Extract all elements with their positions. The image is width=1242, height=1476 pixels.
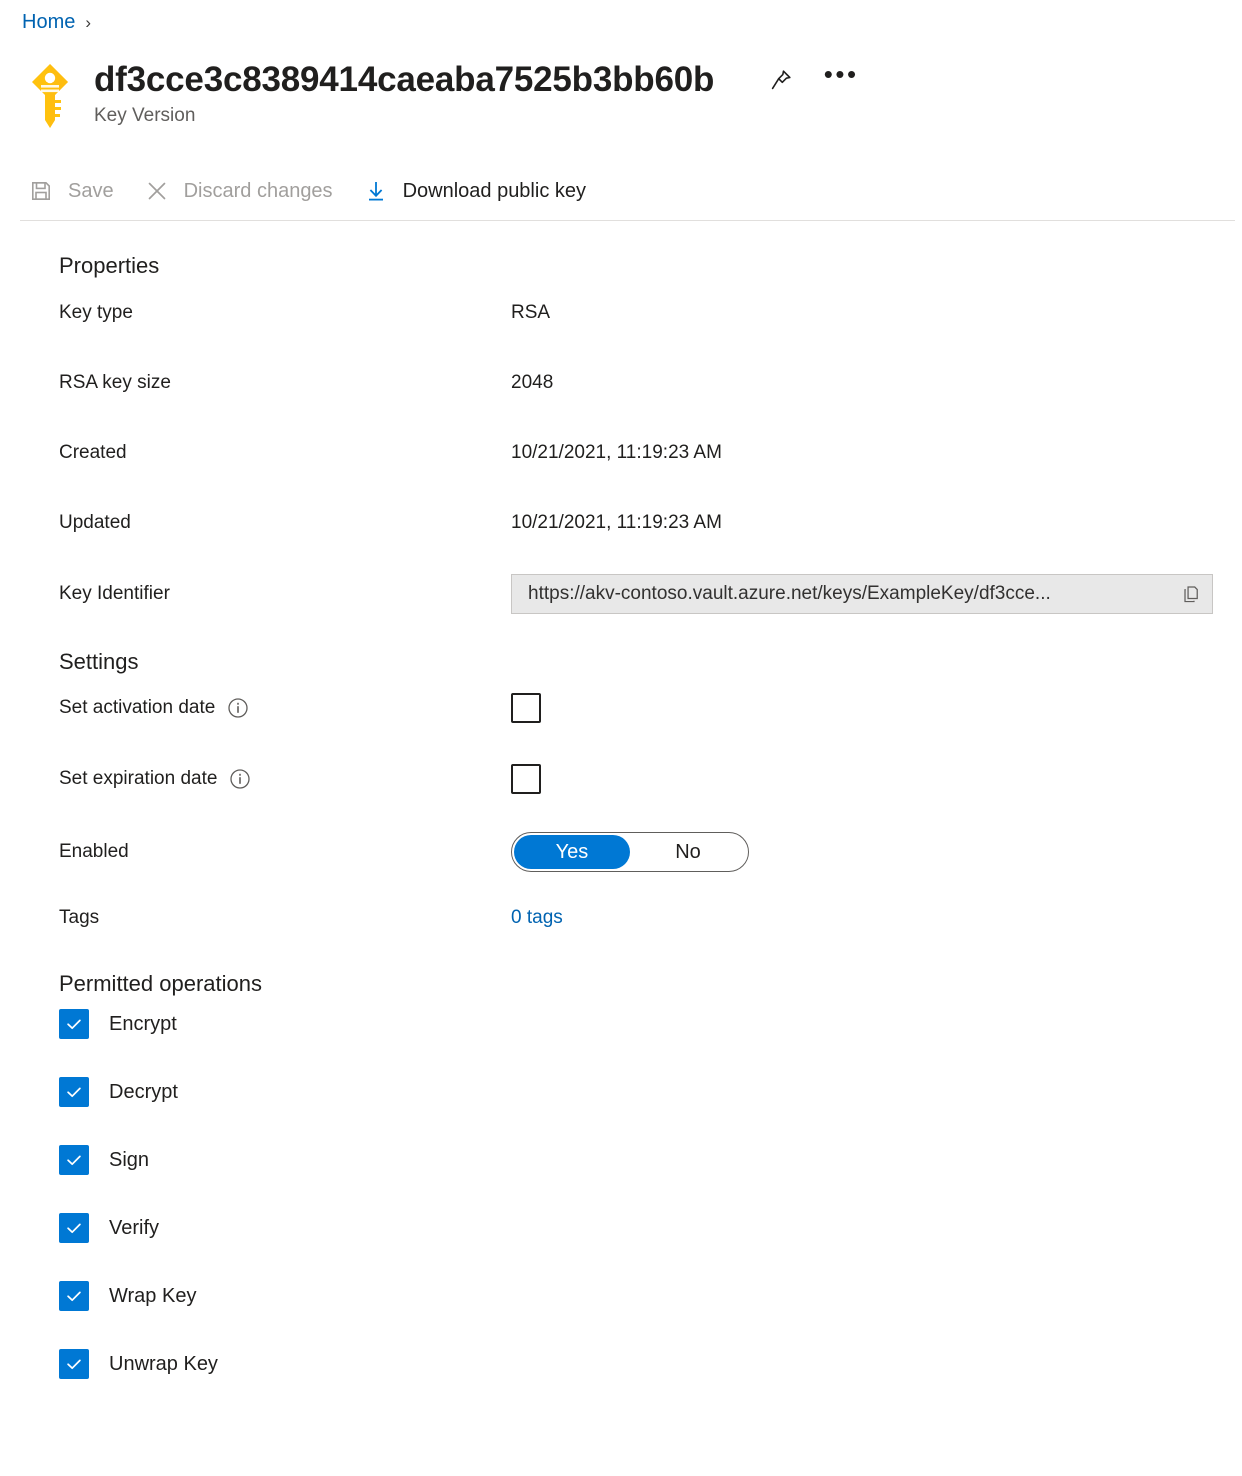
- row-set-activation-date: Set activation date: [0, 693, 1242, 723]
- download-public-key-button[interactable]: Download public key: [357, 168, 596, 214]
- key-type-label: Key type: [59, 302, 511, 324]
- discard-changes-button[interactable]: Discard changes: [138, 168, 343, 214]
- updated-label: Updated: [59, 512, 511, 534]
- encrypt-label: Encrypt: [109, 1013, 177, 1036]
- row-tags: Tags 0 tags: [0, 904, 1242, 932]
- set-expiration-date-label: Set expiration date: [59, 768, 217, 790]
- page-subtitle: Key Version: [94, 104, 858, 128]
- operation-decrypt[interactable]: Decrypt: [0, 1077, 1242, 1107]
- sign-checkbox[interactable]: [59, 1145, 89, 1175]
- enabled-toggle[interactable]: Yes No: [511, 832, 749, 872]
- wrap-key-label: Wrap Key: [109, 1285, 196, 1308]
- info-icon[interactable]: [229, 768, 251, 790]
- download-public-key-label: Download public key: [403, 180, 586, 203]
- copy-icon[interactable]: [1170, 575, 1212, 613]
- operation-encrypt[interactable]: Encrypt: [0, 1009, 1242, 1039]
- discard-changes-label: Discard changes: [184, 180, 333, 203]
- set-activation-date-checkbox[interactable]: [511, 693, 541, 723]
- tags-link[interactable]: 0 tags: [511, 907, 563, 929]
- row-key-identifier: Key Identifier https://akv-contoso.vault…: [0, 574, 1242, 614]
- discard-icon: [144, 178, 170, 204]
- decrypt-checkbox[interactable]: [59, 1077, 89, 1107]
- encrypt-checkbox[interactable]: [59, 1009, 89, 1039]
- save-button[interactable]: Save: [22, 168, 124, 214]
- key-identifier-label: Key Identifier: [59, 583, 511, 605]
- row-created: Created 10/21/2021, 11:19:23 AM: [0, 439, 1242, 467]
- toolbar-divider: [20, 220, 1235, 221]
- breadcrumb-chevron-icon: ›: [85, 14, 91, 31]
- set-expiration-date-checkbox[interactable]: [511, 764, 541, 794]
- pin-icon[interactable]: [766, 65, 796, 95]
- verify-checkbox[interactable]: [59, 1213, 89, 1243]
- rsa-key-size-value: 2048: [511, 372, 553, 394]
- breadcrumb-home-link[interactable]: Home: [22, 12, 75, 32]
- unwrap-key-label: Unwrap Key: [109, 1353, 218, 1376]
- created-label: Created: [59, 442, 511, 464]
- rsa-key-size-label: RSA key size: [59, 372, 511, 394]
- save-label: Save: [68, 180, 114, 203]
- operation-verify[interactable]: Verify: [0, 1213, 1242, 1243]
- save-icon: [28, 178, 54, 204]
- row-set-expiration-date: Set expiration date: [0, 764, 1242, 794]
- operation-wrap-key[interactable]: Wrap Key: [0, 1281, 1242, 1311]
- details-form: Properties Key type RSA RSA key size 204…: [0, 252, 1242, 1379]
- operation-unwrap-key[interactable]: Unwrap Key: [0, 1349, 1242, 1379]
- row-key-type: Key type RSA: [0, 299, 1242, 327]
- enabled-toggle-no[interactable]: No: [630, 835, 746, 869]
- breadcrumb: Home ›: [22, 12, 91, 32]
- enabled-toggle-yes[interactable]: Yes: [514, 835, 630, 869]
- key-type-value: RSA: [511, 302, 550, 324]
- tags-label: Tags: [59, 907, 511, 929]
- download-icon: [363, 178, 389, 204]
- row-enabled: Enabled Yes No: [0, 832, 1242, 872]
- row-rsa-key-size: RSA key size 2048: [0, 369, 1242, 397]
- enabled-label: Enabled: [59, 841, 511, 863]
- sign-label: Sign: [109, 1149, 149, 1172]
- created-value: 10/21/2021, 11:19:23 AM: [511, 442, 722, 464]
- operation-sign[interactable]: Sign: [0, 1145, 1242, 1175]
- wrap-key-checkbox[interactable]: [59, 1281, 89, 1311]
- key-identifier-value: https://akv-contoso.vault.azure.net/keys…: [512, 583, 1170, 605]
- key-identifier-field[interactable]: https://akv-contoso.vault.azure.net/keys…: [511, 574, 1213, 614]
- settings-heading: Settings: [0, 648, 1242, 676]
- page-title: df3cce3c8389414caeaba7525b3bb60b: [94, 58, 714, 102]
- command-bar: Save Discard changes Download p: [22, 168, 596, 214]
- info-icon[interactable]: [227, 697, 249, 719]
- row-updated: Updated 10/21/2021, 11:19:23 AM: [0, 509, 1242, 537]
- ellipsis-icon[interactable]: •••: [824, 65, 858, 95]
- decrypt-label: Decrypt: [109, 1081, 178, 1104]
- properties-heading: Properties: [0, 252, 1242, 280]
- updated-value: 10/21/2021, 11:19:23 AM: [511, 512, 722, 534]
- unwrap-key-checkbox[interactable]: [59, 1349, 89, 1379]
- set-activation-date-label: Set activation date: [59, 697, 215, 719]
- page-header: df3cce3c8389414caeaba7525b3bb60b ••• Key…: [22, 58, 858, 136]
- permitted-operations-heading: Permitted operations: [0, 970, 1242, 998]
- verify-label: Verify: [109, 1217, 159, 1240]
- key-icon: [22, 58, 78, 136]
